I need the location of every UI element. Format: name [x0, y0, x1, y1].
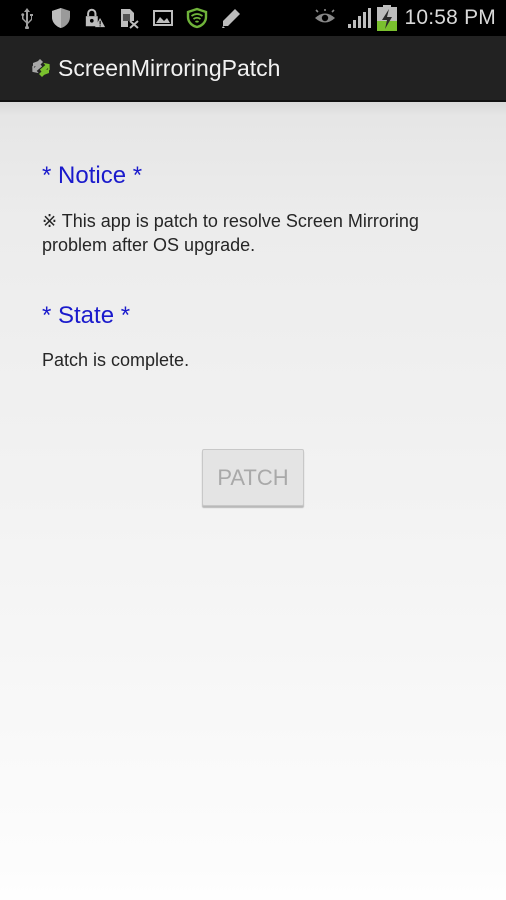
- usb-icon: [16, 7, 38, 29]
- system-indicators: 10:58 PM: [313, 0, 497, 36]
- state-text: Patch is complete.: [42, 350, 190, 370]
- notification-icons: [0, 7, 254, 29]
- app-title: ScreenMirroringPatch: [58, 54, 281, 81]
- lock-warning-icon: [84, 7, 106, 29]
- sim-error-icon: [118, 7, 140, 29]
- main-content: * Notice * ※ This app is patch to resolv…: [0, 102, 506, 900]
- status-bar: 10:58 PM: [0, 0, 506, 36]
- security-app-icon: [186, 7, 208, 29]
- patch-button[interactable]: PATCH: [202, 449, 304, 506]
- image-icon: [152, 7, 174, 29]
- pen-icon: [220, 7, 242, 29]
- notice-heading: * Notice *: [42, 162, 143, 189]
- action-bar: ScreenMirroringPatch: [0, 36, 506, 102]
- notice-text: ※ This app is patch to resolve Screen Mi…: [42, 211, 419, 255]
- battery-charging-icon: [376, 5, 397, 31]
- state-heading: * State *: [42, 302, 131, 329]
- eye-icon: [313, 7, 337, 29]
- clock: 10:58 PM: [404, 6, 496, 29]
- signal-icon: [347, 7, 371, 29]
- app-swap-arrows-icon: [30, 57, 52, 79]
- shield-icon: [50, 7, 72, 29]
